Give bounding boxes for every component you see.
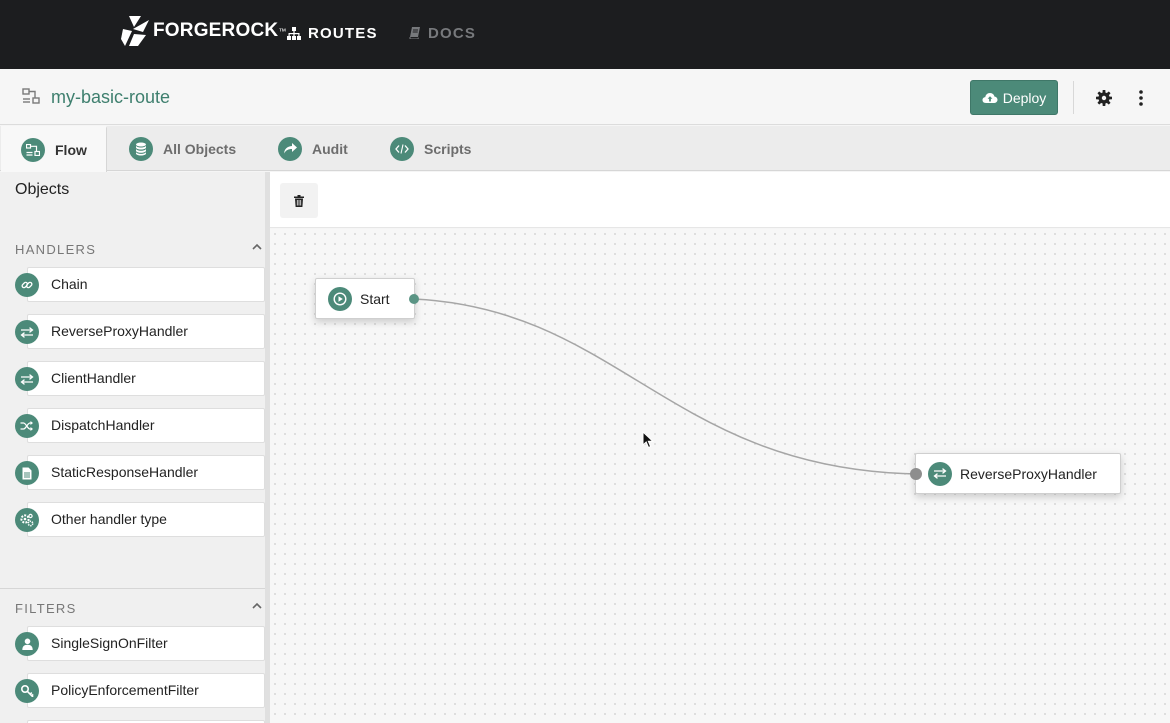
route-name: my-basic-route — [51, 87, 171, 107]
header-divider — [1073, 81, 1074, 114]
node-start[interactable]: Start — [315, 278, 415, 319]
route-icon — [22, 88, 40, 104]
exchange-icon — [928, 461, 952, 486]
handlers-section-label: HANDLERS — [15, 242, 97, 257]
database-icon — [129, 136, 153, 161]
sidebar-item-chain[interactable]: Chain — [15, 267, 265, 302]
tab-all-objects[interactable]: All Objects — [129, 126, 236, 171]
sidebar-item-other-handler-type[interactable]: Other handler type — [15, 502, 265, 537]
cloud-upload-icon — [982, 92, 998, 103]
sidebar-item-dispatchhandler[interactable]: DispatchHandler — [15, 408, 265, 443]
vertical-ellipsis-icon — [1139, 90, 1143, 106]
sidebar-item-label: PolicyEnforcementFilter — [51, 682, 199, 698]
sidebar-item-reverseproxyhandler[interactable]: ReverseProxyHandler — [15, 314, 265, 349]
more-options-button[interactable] — [1130, 86, 1152, 110]
tab-scripts[interactable]: Scripts — [390, 126, 471, 171]
sidebar-item-policyenforcementfilter[interactable]: PolicyEnforcementFilter — [15, 673, 265, 708]
deploy-button[interactable]: Deploy — [970, 80, 1058, 115]
share-icon — [278, 136, 302, 161]
sidebar-item-label: ReverseProxyHandler — [51, 323, 188, 339]
sitemap-icon — [287, 26, 301, 40]
forgerock-logo[interactable]: FORGEROCK ™ — [120, 15, 286, 47]
chevron-up-icon[interactable] — [252, 602, 262, 609]
filters-section-label: FILTERS — [15, 601, 77, 616]
sidebar-item-label: DispatchHandler — [51, 417, 155, 433]
tab-scripts-label: Scripts — [424, 140, 472, 157]
node-reverseproxyhandler[interactable]: ReverseProxyHandler — [915, 453, 1121, 494]
filters-section-header[interactable]: FILTERS — [0, 590, 265, 626]
tab-flow[interactable]: Flow — [1, 126, 107, 172]
sidebar-title: Objects — [15, 181, 70, 198]
mouse-cursor-icon — [642, 431, 654, 449]
top-navbar: FORGEROCK ™ ROUTES DOCS — [0, 0, 1170, 69]
canvas-toolbar — [270, 172, 1170, 228]
node-label: ReverseProxyHandler — [960, 465, 1097, 482]
exchange-icon — [15, 367, 39, 391]
shuffle-icon — [15, 414, 39, 438]
deploy-label: Deploy — [1002, 89, 1047, 106]
handlers-section-header[interactable]: HANDLERS — [0, 231, 265, 267]
section-divider — [0, 588, 265, 589]
nav-routes-label: ROUTES — [308, 24, 378, 42]
tab-all-objects-label: All Objects — [163, 140, 237, 157]
objects-sidebar[interactable]: Objects HANDLERS Chain ReverseProxyHandl… — [0, 172, 270, 723]
delete-button[interactable] — [280, 183, 318, 218]
sidebar-item-label: Other handler type — [51, 511, 167, 527]
chevron-up-icon[interactable] — [252, 243, 262, 250]
sidebar-item-clienthandler[interactable]: ClientHandler — [15, 361, 265, 396]
nav-routes[interactable]: ROUTES — [287, 24, 378, 42]
sidebar-item-staticresponsehandler[interactable]: StaticResponseHandler — [15, 455, 265, 490]
nav-docs-label: DOCS — [428, 24, 477, 42]
tab-audit[interactable]: Audit — [278, 126, 348, 171]
tab-bar: Flow All Objects Audit Scripts — [0, 126, 1170, 172]
nav-docs[interactable]: DOCS — [409, 24, 476, 42]
brand-trademark: ™ — [278, 26, 287, 36]
key-icon — [15, 679, 39, 703]
code-icon — [390, 136, 414, 161]
flow-canvas[interactable]: Start ReverseProxyHandler — [270, 229, 1170, 723]
tab-audit-label: Audit — [312, 140, 348, 157]
forgerock-mark-icon — [121, 16, 149, 46]
node-label: Start — [360, 290, 390, 307]
input-port[interactable] — [909, 467, 923, 481]
sidebar-item-label: ClientHandler — [51, 370, 136, 386]
sidebar-item-label: StaticResponseHandler — [51, 464, 199, 480]
cogs-icon — [15, 508, 39, 532]
sidebar-item-singlesignonfilter[interactable]: SingleSignOnFilter — [15, 626, 265, 661]
sidebar-item-label: SingleSignOnFilter — [51, 635, 168, 651]
output-port[interactable] — [408, 293, 420, 305]
tab-flow-label: Flow — [55, 142, 87, 158]
brand-name: FORGEROCK — [153, 20, 279, 41]
exchange-icon — [15, 320, 39, 344]
link-icon — [15, 273, 39, 297]
trash-icon — [294, 194, 304, 207]
play-icon — [328, 286, 352, 311]
sidebar-item-label: Chain — [51, 276, 88, 292]
document-icon — [15, 461, 39, 485]
route-header: my-basic-route Deploy — [0, 69, 1170, 125]
book-icon — [409, 27, 420, 39]
user-icon — [15, 632, 39, 656]
settings-button[interactable] — [1092, 86, 1116, 110]
gear-icon — [1096, 90, 1112, 106]
flow-icon — [21, 138, 45, 162]
